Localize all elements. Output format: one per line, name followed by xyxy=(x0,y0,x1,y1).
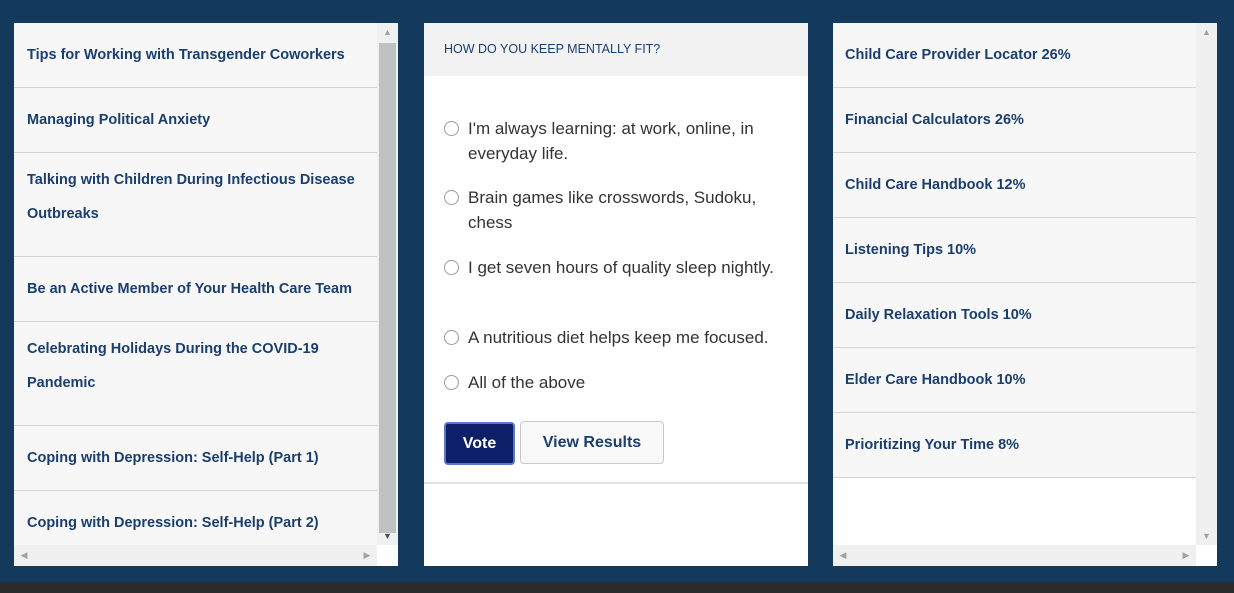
scroll-up-arrow-icon[interactable]: ▲ xyxy=(377,23,398,41)
horizontal-scrollbar[interactable]: ◀ ▶ xyxy=(833,545,1196,566)
radio-button[interactable] xyxy=(444,375,459,390)
scroll-right-arrow-icon[interactable]: ▶ xyxy=(1176,545,1196,566)
radio-button[interactable] xyxy=(444,260,459,275)
popular-tools-list: Child Care Provider Locator 26% Financia… xyxy=(833,23,1196,551)
scroll-down-arrow-icon[interactable]: ▼ xyxy=(377,527,398,545)
scrollbar-corner xyxy=(1196,545,1217,566)
radio-button[interactable] xyxy=(444,121,459,136)
scroll-up-arrow-icon[interactable]: ▲ xyxy=(1196,23,1217,41)
poll-question: HOW DO YOU KEEP MENTALLY FIT? xyxy=(424,23,808,76)
poll-option[interactable]: Brain games like crosswords, Sudoku, che… xyxy=(444,185,789,235)
poll-option-label: A nutritious diet helps keep me focused. xyxy=(468,328,769,347)
scroll-left-arrow-icon[interactable]: ◀ xyxy=(14,545,34,566)
popular-tools-panel: Child Care Provider Locator 26% Financia… xyxy=(833,23,1217,566)
list-item[interactable]: Prioritizing Your Time 8% xyxy=(833,413,1196,478)
list-item[interactable]: Managing Political Anxiety xyxy=(14,88,377,153)
list-item[interactable]: Daily Relaxation Tools 10% xyxy=(833,283,1196,348)
poll-option[interactable]: All of the above xyxy=(444,370,789,395)
list-item[interactable]: Child Care Provider Locator 26% xyxy=(833,23,1196,88)
list-item[interactable]: Financial Calculators 26% xyxy=(833,88,1196,153)
horizontal-scrollbar[interactable]: ◀ ▶ xyxy=(14,545,377,566)
poll-option[interactable]: I get seven hours of quality sleep night… xyxy=(444,255,789,280)
articles-list: Tips for Working with Transgender Cowork… xyxy=(14,23,377,556)
list-item[interactable]: Be an Active Member of Your Health Care … xyxy=(14,257,377,322)
list-item[interactable]: Elder Care Handbook 10% xyxy=(833,348,1196,413)
scroll-right-arrow-icon[interactable]: ▶ xyxy=(357,545,377,566)
list-item[interactable]: Celebrating Holidays During the COVID-19… xyxy=(14,322,377,426)
articles-panel: Tips for Working with Transgender Cowork… xyxy=(14,23,398,566)
list-item[interactable]: Talking with Children During Infectious … xyxy=(14,153,377,257)
poll-option-label: All of the above xyxy=(468,373,586,392)
list-filler xyxy=(833,478,1196,551)
view-results-button[interactable]: View Results xyxy=(520,421,664,464)
list-item[interactable]: Tips for Working with Transgender Cowork… xyxy=(14,23,377,88)
footer-bar xyxy=(0,582,1234,593)
poll-option[interactable]: A nutritious diet helps keep me focused. xyxy=(444,325,789,350)
poll-body: I'm always learning: at work, online, in… xyxy=(424,76,808,484)
poll-option[interactable]: I'm always learning: at work, online, in… xyxy=(444,116,789,166)
poll-option-label: I get seven hours of quality sleep night… xyxy=(468,258,774,277)
scrollbar-corner xyxy=(377,545,398,566)
list-item[interactable]: Listening Tips 10% xyxy=(833,218,1196,283)
poll-option-label: I'm always learning: at work, online, in… xyxy=(468,119,754,163)
poll-option-label: Brain games like crosswords, Sudoku, che… xyxy=(468,188,757,232)
list-item[interactable]: Coping with Depression: Self-Help (Part … xyxy=(14,426,377,491)
vertical-scrollbar[interactable]: ▲ ▼ xyxy=(1196,23,1217,545)
radio-button[interactable] xyxy=(444,330,459,345)
scroll-left-arrow-icon[interactable]: ◀ xyxy=(833,545,853,566)
vote-button[interactable]: Vote xyxy=(444,422,515,465)
radio-button[interactable] xyxy=(444,190,459,205)
list-item[interactable]: Child Care Handbook 12% xyxy=(833,153,1196,218)
scroll-down-arrow-icon[interactable]: ▼ xyxy=(1196,527,1217,545)
scrollbar-thumb[interactable] xyxy=(379,43,396,533)
vertical-scrollbar[interactable]: ▲ ▼ xyxy=(377,23,398,545)
poll-panel: HOW DO YOU KEEP MENTALLY FIT? I'm always… xyxy=(424,23,808,566)
